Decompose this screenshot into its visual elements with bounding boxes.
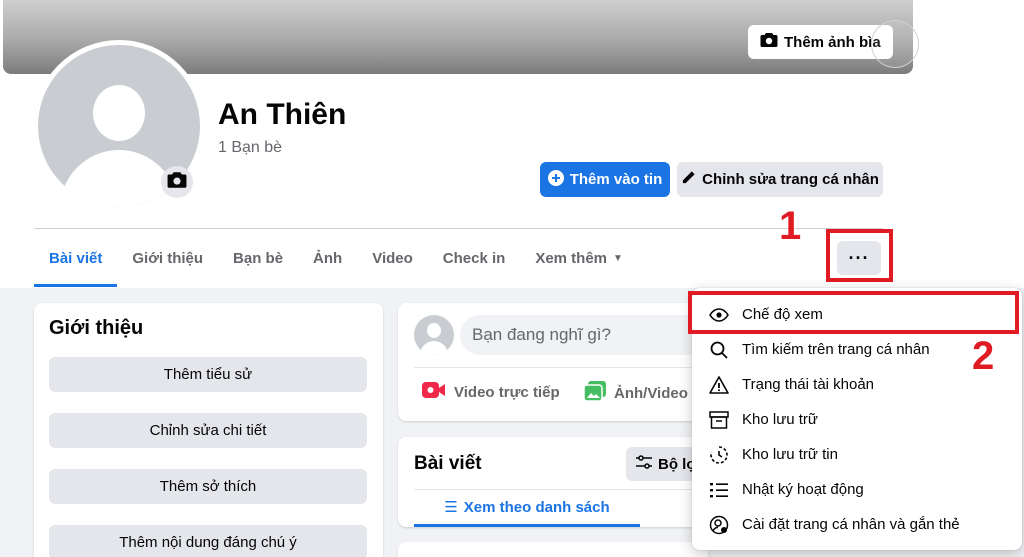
archive-icon [708,409,730,431]
caret-down-icon: ▼ [613,252,623,264]
warning-icon [708,374,730,396]
tab-videos[interactable]: Video [357,229,428,287]
tab-label: Xem thêm [535,249,608,267]
annotation-highlight-1 [826,229,893,282]
menu-item-label: Tìm kiếm trên trang cá nhân [742,341,930,358]
posts-card: Bài viết Bộ lọc ☰ Xem theo danh sách [398,437,716,527]
divider [414,367,704,368]
list-view-label: Xem theo danh sách [463,498,610,516]
tab-label: Bạn bè [233,249,284,267]
add-featured-button[interactable]: Thêm nội dung đáng chú ý [49,525,367,557]
camera-icon [167,171,187,194]
photo-icon [583,381,606,405]
add-bio-button[interactable]: Thêm tiểu sử [49,357,367,392]
tab-posts[interactable]: Bài viết [34,229,118,287]
menu-item-label: Trạng thái tài khoản [742,376,875,393]
profile-name: An Thiên [218,98,347,131]
camera-icon [760,32,778,52]
sliders-icon [636,455,652,473]
add-to-story-button[interactable]: Thêm vào tin [540,162,670,197]
posts-title: Bài viết [414,453,482,474]
menu-item-activity-log[interactable]: Nhật ký hoạt động [692,472,1022,507]
tab-check-ins[interactable]: Check in [428,229,521,287]
profile-settings-icon [708,514,730,536]
edit-details-button[interactable]: Chỉnh sửa chi tiết [49,413,367,448]
menu-item-label: Cài đặt trang cá nhân và gắn thẻ [742,516,960,533]
story-archive-icon [708,444,730,466]
menu-item-label: Nhật ký hoạt động [742,481,864,498]
add-hobbies-button[interactable]: Thêm sở thích [49,469,367,504]
menu-item-label: Kho lưu trữ [742,411,818,428]
tab-about[interactable]: Giới thiệu [117,229,218,287]
intro-card: Giới thiệu Thêm tiểu sử Chỉnh sửa chi ti… [34,303,383,557]
live-video-button[interactable]: Video trực tiếp [422,381,560,403]
menu-item-story-archive[interactable]: Kho lưu trữ tin [692,437,1022,472]
post-composer: Bạn đang nghĩ gì? Video trực tiếp Ảnh/Vi… [398,303,720,421]
annotation-step-1: 1 [779,204,802,248]
tab-friends[interactable]: Bạn bè [218,229,298,287]
post-card [398,542,708,557]
tab-label: Ảnh [313,249,343,267]
photo-video-button[interactable]: Ảnh/Video [583,381,688,405]
cursor-highlight [871,20,919,68]
add-to-story-label: Thêm vào tin [569,171,663,188]
annotation-highlight-2 [688,291,1019,334]
edit-profile-button[interactable]: Chỉnh sửa trang cá nhân [677,162,883,197]
list-icon: ☰ [444,499,458,516]
tab-label: Video [372,249,413,267]
menu-item-label: Kho lưu trữ tin [742,446,838,463]
activity-log-icon [708,479,730,501]
tab-label: Check in [442,249,506,267]
photo-video-label: Ảnh/Video [614,384,688,402]
edit-profile-label: Chỉnh sửa trang cá nhân [702,171,879,188]
tab-more[interactable]: Xem thêm ▼ [520,229,638,287]
menu-item-archive[interactable]: Kho lưu trữ [692,402,1022,437]
add-cover-photo-label: Thêm ảnh bìa [784,33,881,51]
avatar [414,315,454,355]
list-view-tab[interactable]: ☰ Xem theo danh sách [414,490,640,527]
annotation-step-2: 2 [972,334,995,378]
tab-label: Giới thiệu [132,249,204,267]
plus-circle-icon [547,169,564,190]
profile-tabs: Bài viết Giới thiệu Bạn bè Ảnh Video Che… [34,229,638,287]
menu-item-profile-tagging-settings[interactable]: Cài đặt trang cá nhân và gắn thẻ [692,507,1022,542]
search-icon [708,339,730,361]
intro-title: Giới thiệu [49,317,144,339]
status-input[interactable]: Bạn đang nghĩ gì? [460,315,720,355]
friends-count[interactable]: 1 Bạn bè [218,139,282,157]
live-video-label: Video trực tiếp [454,383,560,401]
pencil-icon [681,170,696,189]
tab-photos[interactable]: Ảnh [298,229,357,287]
update-avatar-button[interactable] [161,166,193,198]
tab-label: Bài viết [49,249,103,267]
live-video-icon [422,381,446,403]
